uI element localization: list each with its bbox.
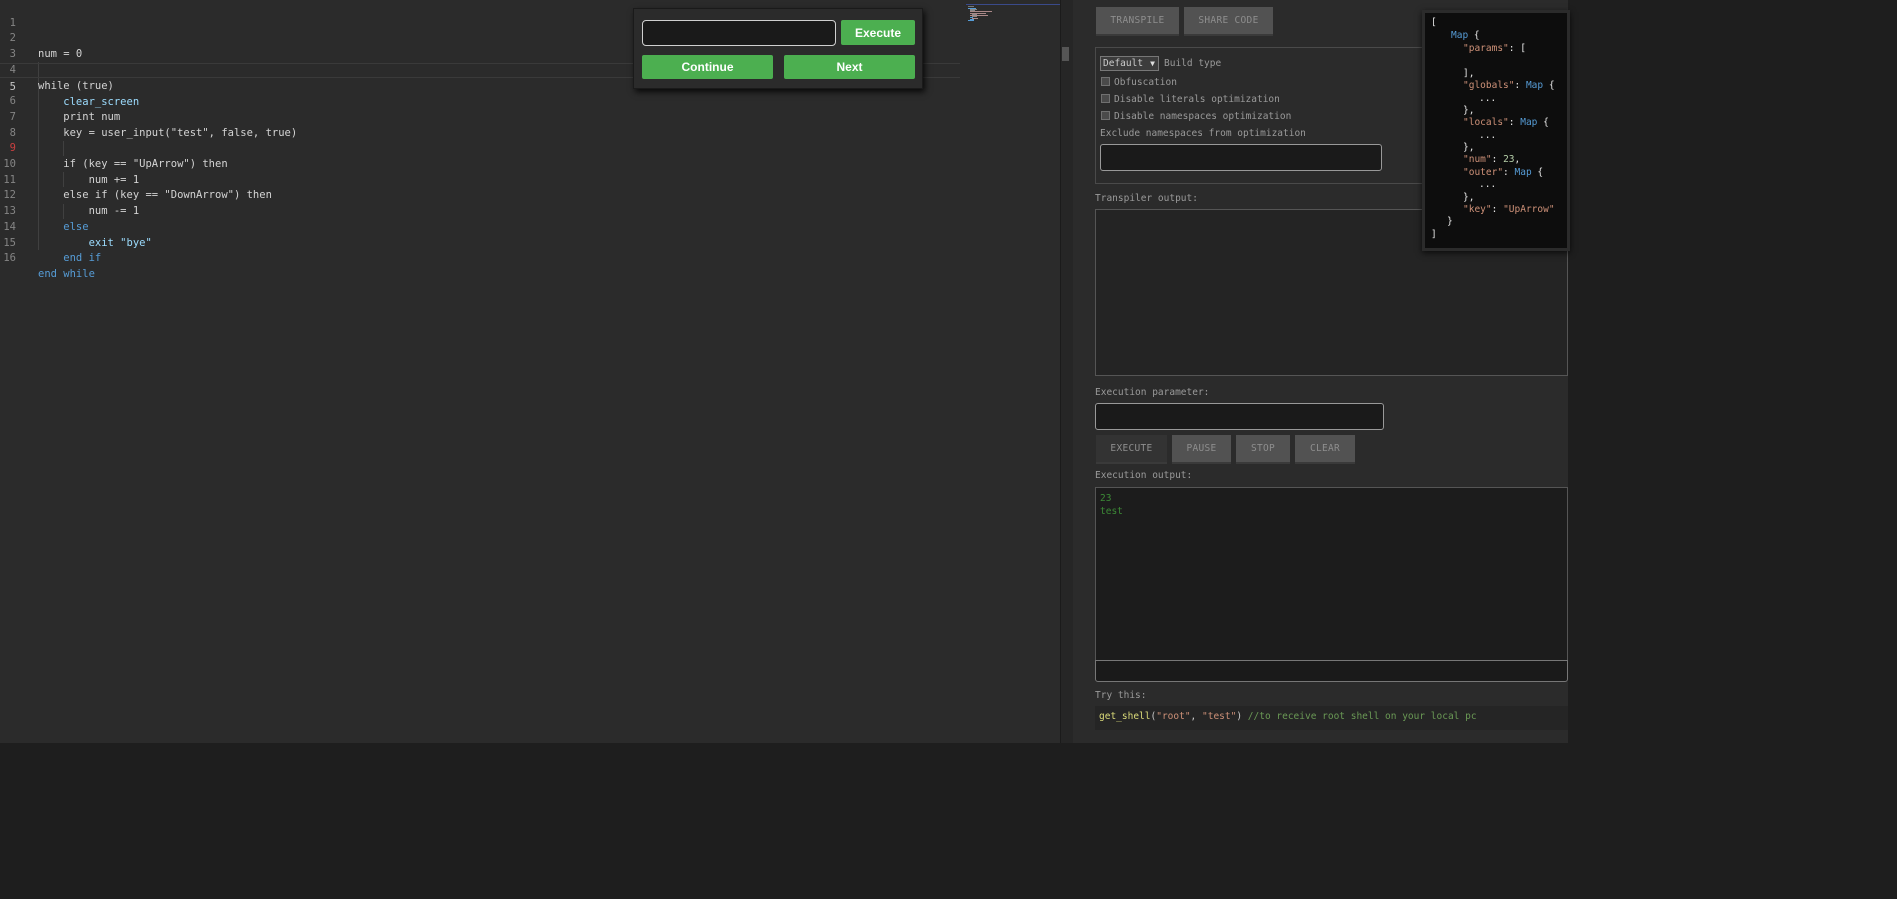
var-line: "key": "UpArrow" xyxy=(1463,204,1555,215)
namespaces-label: Disable namespaces optimization xyxy=(1114,111,1292,122)
code-line[interactable]: 16 end while xyxy=(0,236,960,280)
minimap[interactable] xyxy=(966,4,1060,30)
var-key: "locals" xyxy=(1463,117,1509,128)
line-number: 16 xyxy=(3,252,16,265)
snippet-code: get_shell("root", "test") //to receive r… xyxy=(1099,711,1477,722)
chevron-down-icon: ▼ xyxy=(1150,59,1155,68)
try-this-label: Try this: xyxy=(1095,690,1147,701)
transpiler-output-label: Transpiler output: xyxy=(1095,193,1198,204)
var-key: "num" xyxy=(1463,154,1492,165)
execution-parameter-input[interactable] xyxy=(1095,403,1384,430)
var-line: ] xyxy=(1431,229,1437,240)
editor-scrollbar[interactable] xyxy=(1060,0,1073,743)
literals-checkbox[interactable] xyxy=(1101,94,1110,103)
exclude-namespaces-label: Exclude namespaces from optimization xyxy=(1100,128,1306,139)
var-line[interactable]: ... xyxy=(1479,130,1496,142)
code-line[interactable]: 10 num += 1 xyxy=(0,141,960,186)
execution-input[interactable] xyxy=(1095,660,1568,682)
namespaces-checkbox[interactable] xyxy=(1101,111,1110,120)
var-line: }, xyxy=(1463,105,1475,116)
map-type: Map xyxy=(1514,167,1532,178)
next-button[interactable]: Next xyxy=(784,55,915,79)
var-line[interactable]: ... xyxy=(1479,179,1496,191)
brace: { xyxy=(1531,167,1544,178)
debug-execute-button[interactable]: Execute xyxy=(841,20,915,45)
var-key: "key" xyxy=(1463,204,1492,215)
code-editor[interactable]: 1 2 num = 0 3 4 while (true) 5 clear_scr… xyxy=(0,0,1060,743)
exclude-namespaces-input[interactable] xyxy=(1100,144,1382,171)
var-key: "globals" xyxy=(1463,80,1515,91)
try-this-snippet[interactable]: get_shell("root", "test") //to receive r… xyxy=(1095,706,1568,730)
code-line[interactable]: 12 num -= 1 xyxy=(0,173,960,217)
build-type-label: Build type xyxy=(1164,58,1222,69)
continue-button[interactable]: Continue xyxy=(642,55,773,79)
code-line[interactable]: 15 end if xyxy=(0,220,960,265)
execution-output[interactable]: 23 test xyxy=(1095,487,1568,661)
output-line: test xyxy=(1100,506,1123,517)
execution-parameter-label: Execution parameter: xyxy=(1095,387,1210,398)
var-line: "outer": Map { xyxy=(1463,167,1544,178)
variables-inspector: [ Map { "params": [ ], "globals": Map { … xyxy=(1422,10,1570,251)
var-line: "params": [ xyxy=(1463,43,1526,55)
var-line: } xyxy=(1447,216,1453,227)
var-value: : [ xyxy=(1508,43,1526,54)
debug-command-input[interactable] xyxy=(642,20,836,46)
code-text: end if xyxy=(38,252,102,265)
literals-label: Disable literals optimization xyxy=(1114,94,1280,105)
var-key: "params" xyxy=(1463,43,1509,54)
output-line: 23 xyxy=(1100,493,1112,504)
var-line: "num": 23, xyxy=(1463,154,1521,165)
var-value: "UpArrow" xyxy=(1503,204,1555,215)
snippet-fn: get_shell xyxy=(1099,711,1151,722)
brace: { xyxy=(1537,117,1549,128)
clear-button[interactable]: CLEAR xyxy=(1295,435,1355,462)
var-line: Map { xyxy=(1451,30,1480,42)
editor-scroll-thumb[interactable] xyxy=(1062,47,1069,61)
var-line: }, xyxy=(1463,142,1475,153)
build-type-value: Default xyxy=(1103,58,1144,69)
snippet-arg: "test" xyxy=(1202,711,1237,722)
map-type: Map xyxy=(1451,30,1469,41)
transpile-button[interactable]: TRANSPILE xyxy=(1096,7,1179,34)
code-line[interactable]: 14 exit "bye" xyxy=(0,204,960,249)
code-line[interactable]: 8 xyxy=(0,110,960,139)
build-type-select[interactable]: Default ▼ xyxy=(1100,56,1159,71)
var-line: }, xyxy=(1463,192,1475,203)
snippet-arg: "root" xyxy=(1156,711,1191,722)
var-value: 23 xyxy=(1503,154,1515,165)
snippet-sep: , xyxy=(1190,711,1202,722)
var-key: "outer" xyxy=(1463,167,1504,178)
code-line[interactable]: 7 key = user_input("test", false, true) xyxy=(0,94,960,139)
var-line: ], xyxy=(1463,68,1475,79)
execute-button[interactable]: EXECUTE xyxy=(1096,435,1167,462)
var-line: "locals": Map { xyxy=(1463,117,1549,128)
code-line[interactable]: 11 else if (key == "DownArrow") then xyxy=(0,157,960,202)
code-text: end while xyxy=(38,267,95,280)
code-line[interactable]: 9 if (key == "UpArrow") then xyxy=(0,126,960,170)
stop-button[interactable]: STOP xyxy=(1236,435,1290,462)
share-code-button[interactable]: SHARE CODE xyxy=(1184,7,1273,34)
map-type: Map xyxy=(1525,80,1544,91)
map-type: Map xyxy=(1520,117,1538,128)
pause-button[interactable]: PAUSE xyxy=(1172,435,1231,462)
obfuscation-label: Obfuscation xyxy=(1114,77,1177,88)
var-line: [ xyxy=(1431,17,1437,28)
var-line[interactable]: ... xyxy=(1479,93,1496,105)
debug-popup: Execute Continue Next xyxy=(633,8,923,89)
obfuscation-checkbox[interactable] xyxy=(1101,77,1110,86)
execution-output-label: Execution output: xyxy=(1095,470,1193,481)
code-line[interactable]: 13 else xyxy=(0,188,960,233)
var-line: "globals": Map { xyxy=(1463,80,1555,91)
brace: { xyxy=(1468,30,1480,41)
brace: { xyxy=(1543,80,1555,91)
snippet-comment: //to receive root shell on your local pc xyxy=(1242,711,1477,722)
